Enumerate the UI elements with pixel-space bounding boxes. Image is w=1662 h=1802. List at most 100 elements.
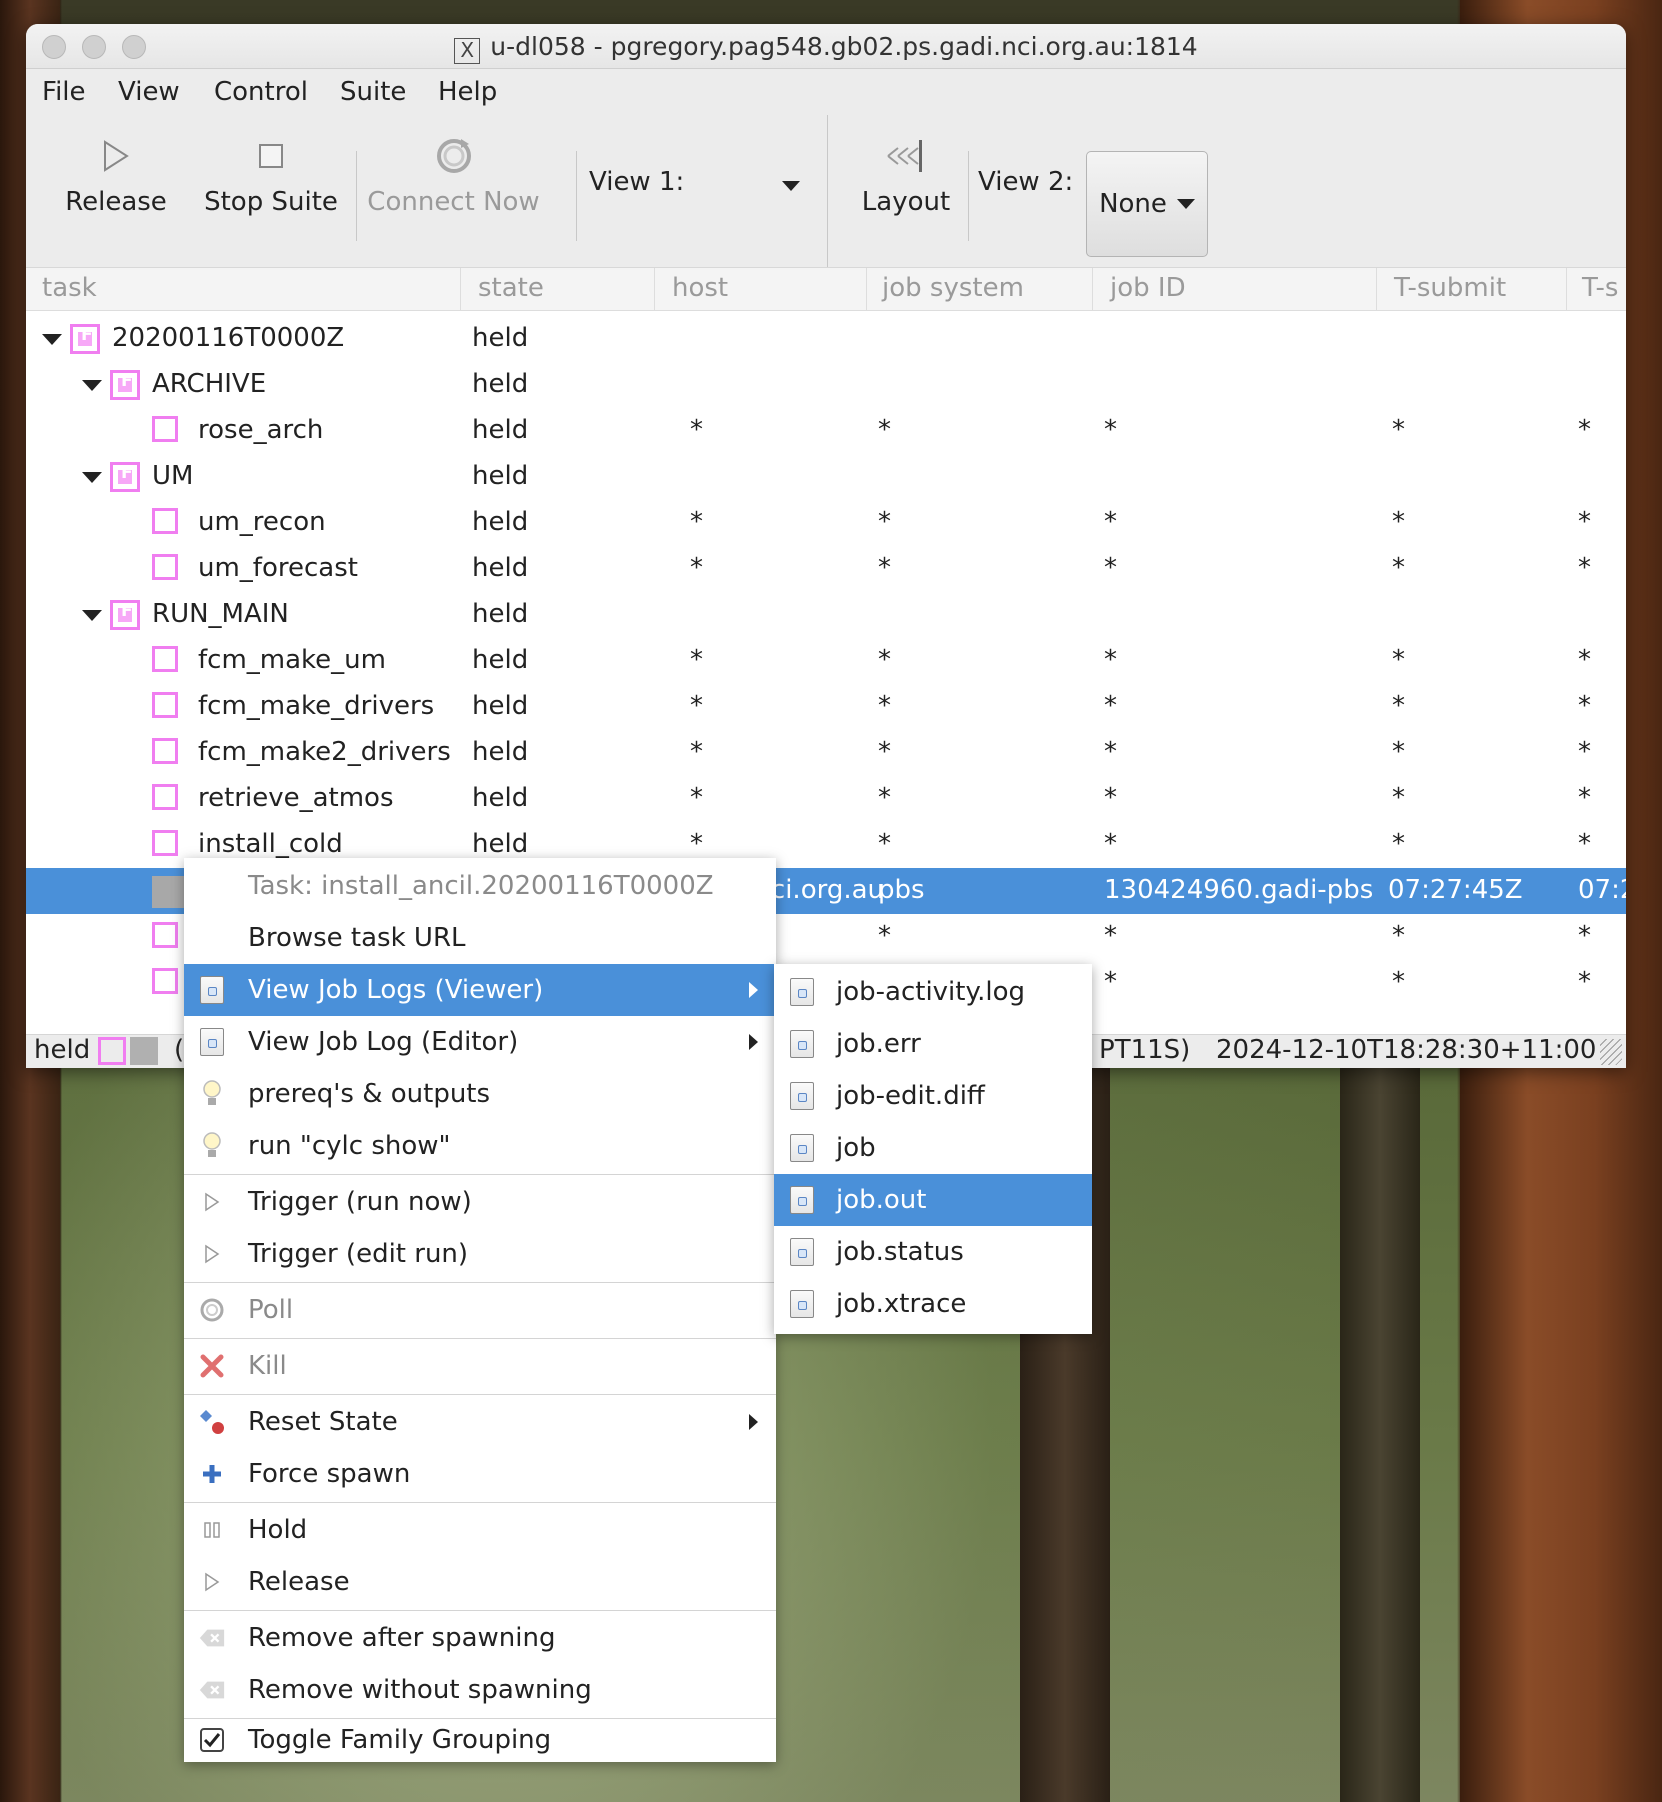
checkbox-checked-icon <box>198 1726 226 1754</box>
submenu-item-job-edit-diff[interactable]: job-edit.diff <box>774 1070 1092 1122</box>
cell-tsubmit: * <box>1392 691 1405 721</box>
submenu-item-job-err[interactable]: job.err <box>774 1018 1092 1070</box>
menu-poll[interactable]: Poll <box>184 1284 776 1336</box>
submenu-arrow-icon <box>749 1034 758 1050</box>
cell-jobsys: * <box>878 783 891 813</box>
cell-host: * <box>690 553 703 583</box>
cell-jobid: * <box>1104 553 1117 583</box>
column-header-state[interactable]: state <box>478 273 544 303</box>
menu-trigger-edit-run[interactable]: Trigger (edit run) <box>184 1228 776 1280</box>
expander-icon[interactable] <box>42 334 62 345</box>
column-header-task[interactable]: task <box>42 273 97 303</box>
column-header-job-id[interactable]: job ID <box>1110 273 1186 303</box>
table-row[interactable]: fcm_make2_drivers held * * * * * <box>26 730 1626 776</box>
table-row[interactable]: F RUN_MAIN held <box>26 592 1626 638</box>
table-row[interactable]: F 20200116T0000Z held <box>26 316 1626 362</box>
cell-state: held <box>472 553 529 583</box>
family-state-icon: F <box>110 462 140 492</box>
menu-toggle-family-grouping[interactable]: Toggle Family Grouping <box>184 1718 776 1762</box>
column-header-t-start[interactable]: T-s <box>1582 273 1618 303</box>
cell-name: rose_arch <box>198 415 324 445</box>
table-row[interactable]: retrieve_atmos held * * * * * <box>26 776 1626 822</box>
cell-jobid: * <box>1104 737 1117 767</box>
table-row[interactable]: um_forecast held * * * * * <box>26 546 1626 592</box>
submenu-item-job[interactable]: job <box>774 1122 1092 1174</box>
task-state-icon <box>152 692 178 718</box>
cell-ts: * <box>1578 737 1591 767</box>
menu-control[interactable]: Control <box>214 77 308 107</box>
menu-view-job-log-editor[interactable]: View Job Log (Editor) <box>184 1016 776 1068</box>
stop-suite-button[interactable]: Stop Suite <box>196 131 346 217</box>
cell-state: held <box>472 829 529 859</box>
column-header-job-system[interactable]: job system <box>882 273 1024 303</box>
submenu-arrow-icon <box>749 1414 758 1430</box>
view2-dropdown[interactable]: None <box>1086 151 1208 257</box>
table-row[interactable]: fcm_make_um held * * * * * <box>26 638 1626 684</box>
menu-run-cylc-show[interactable]: run "cylc show" <box>184 1120 776 1172</box>
table-row[interactable]: F UM held <box>26 454 1626 500</box>
cell-host: * <box>690 737 703 767</box>
menu-trigger-run-now[interactable]: Trigger (run now) <box>184 1176 776 1228</box>
table-row[interactable]: F ARCHIVE held <box>26 362 1626 408</box>
cell-jobid: * <box>1104 507 1117 537</box>
cell-host: * <box>690 645 703 675</box>
menu-remove-without-spawning[interactable]: Remove without spawning <box>184 1664 776 1716</box>
cell-name: um_recon <box>198 507 326 537</box>
submenu-item-job-out[interactable]: job.out <box>774 1174 1092 1226</box>
cell-jobid: * <box>1104 691 1117 721</box>
cell-jobid: * <box>1104 829 1117 859</box>
expander-icon[interactable] <box>82 472 102 483</box>
toolbar-separator <box>356 151 357 241</box>
connect-now-button[interactable]: Connect Now <box>366 131 541 217</box>
cell-name: install_cold <box>198 829 343 859</box>
cell-ts: * <box>1578 783 1591 813</box>
menu-help[interactable]: Help <box>438 77 497 107</box>
cell-tsubmit: * <box>1392 415 1405 445</box>
menu-browse-task-url[interactable]: Browse task URL <box>184 912 776 964</box>
document-icon <box>790 1238 814 1266</box>
column-header-host[interactable]: host <box>672 273 728 303</box>
submenu-item-job-activity-log[interactable]: job-activity.log <box>774 966 1092 1018</box>
menu-force-spawn[interactable]: Force spawn <box>184 1448 776 1500</box>
task-state-icon <box>152 508 178 534</box>
column-header-t-submit[interactable]: T-submit <box>1394 273 1506 303</box>
menu-remove-after-spawning[interactable]: Remove after spawning <box>184 1612 776 1664</box>
status-state-label: held <box>34 1035 91 1065</box>
view1-dropdown[interactable] <box>706 171 826 207</box>
menu-suite[interactable]: Suite <box>340 77 406 107</box>
menu-file[interactable]: File <box>42 77 86 107</box>
menu-view-job-logs-viewer[interactable]: View Job Logs (Viewer) <box>184 964 776 1016</box>
submenu-item-job-xtrace[interactable]: job.xtrace <box>774 1278 1092 1330</box>
expander-icon[interactable] <box>82 610 102 621</box>
cell-ts: * <box>1578 415 1591 445</box>
submenu-item-job-status[interactable]: job.status <box>774 1226 1092 1278</box>
layout-button[interactable]: Layout <box>846 131 966 217</box>
cell-jobsys: * <box>878 829 891 859</box>
cell-tsubmit: * <box>1392 553 1405 583</box>
table-row[interactable]: rose_arch held * * * * * <box>26 408 1626 454</box>
cell-host: * <box>690 691 703 721</box>
task-state-icon <box>152 554 178 580</box>
menu-reset-state[interactable]: Reset State <box>184 1396 776 1448</box>
cell-name: UM <box>152 461 194 491</box>
title-bar: Xu-dl058 - pgregory.pag548.gb02.ps.gadi.… <box>26 24 1626 69</box>
expander-icon[interactable] <box>82 380 102 391</box>
backspace-icon <box>198 1676 226 1704</box>
cell-name: fcm_make_drivers <box>198 691 435 721</box>
menu-release[interactable]: Release <box>184 1556 776 1608</box>
table-row[interactable]: um_recon held * * * * * <box>26 500 1626 546</box>
reset-state-icon <box>198 1408 226 1436</box>
menu-view[interactable]: View <box>118 77 180 107</box>
release-button[interactable]: Release <box>56 131 176 217</box>
menu-kill[interactable]: Kill <box>184 1340 776 1392</box>
document-icon <box>790 1290 814 1318</box>
cell-state: held <box>472 599 529 629</box>
menu-bar: File View Control Suite Help <box>26 69 1626 115</box>
cell-jobsys: * <box>878 691 891 721</box>
resize-grip-icon[interactable] <box>1600 1039 1622 1065</box>
menu-prereqs-outputs[interactable]: prereq's & outputs <box>184 1068 776 1120</box>
table-row[interactable]: fcm_make_drivers held * * * * * <box>26 684 1626 730</box>
menu-hold[interactable]: Hold <box>184 1504 776 1556</box>
cell-ts: * <box>1578 921 1591 951</box>
cell-name: 20200116T0000Z <box>112 323 345 353</box>
